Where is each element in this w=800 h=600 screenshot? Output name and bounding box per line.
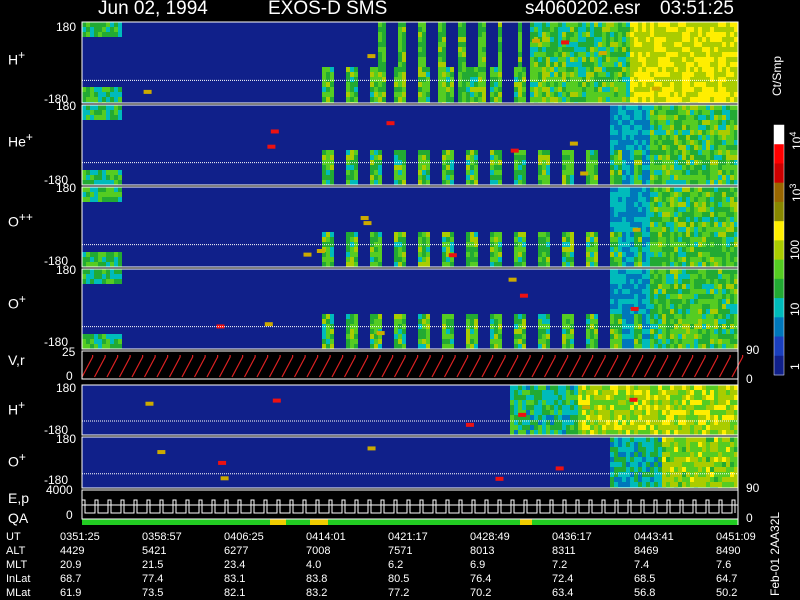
alt-value: 6277: [224, 545, 249, 557]
colorbar-tick-100: 100: [788, 239, 800, 260]
inlat-value: 76.4: [470, 573, 492, 585]
colorbar-tick-10: 10: [788, 302, 800, 316]
alt-value: 8013: [470, 545, 495, 557]
mlt-value: 7.2: [552, 559, 568, 571]
colorbar-segment-12: [774, 355, 784, 376]
ytick-top-6: 180: [56, 432, 77, 446]
mlt-value: 20.9: [60, 559, 82, 571]
ytick-top-7: 4000: [46, 483, 73, 497]
spectrogram-plot: [81, 21, 785, 525]
mlat-value: 82.1: [224, 587, 246, 599]
mlt-value: 21.5: [142, 559, 164, 571]
colorbar-segment-7: [774, 259, 784, 280]
mlt-value: 7.6: [716, 559, 732, 571]
mlt-value: 6.2: [388, 559, 404, 571]
colorbar-unit-label: Ct/Smp: [770, 55, 784, 96]
ytick-top-4: 25: [62, 345, 76, 359]
ut-value: 0428:49: [470, 531, 510, 543]
panel-label-ep: E,p: [8, 490, 30, 506]
colorbar-segment-0: [774, 125, 784, 145]
colorbar-segment-8: [774, 278, 784, 299]
mlat-value: 61.9: [60, 587, 82, 599]
panel-label-oplus: O+: [8, 292, 26, 312]
panel-label-hplus: H+: [8, 48, 26, 68]
ephemeris-row-mlat: MLat 61.9 73.5 82.1 83.2 77.2 70.2 63.4 56.8 50.2: [6, 587, 738, 599]
ut-value: 0436:17: [552, 531, 592, 543]
colorbar-segment-4: [774, 201, 784, 222]
qa-flag-0: [270, 519, 286, 525]
inlat-value: 72.4: [552, 573, 574, 585]
mlat-value: 63.4: [552, 587, 574, 599]
panel-label-oplus-2: O+: [8, 450, 26, 470]
mlat-value: 77.2: [388, 587, 410, 599]
alt-value: 5421: [142, 545, 167, 557]
panel-label-hplus-2: H+: [8, 398, 26, 418]
qa-bar: [82, 519, 738, 525]
colorbar-tick-10e3: 103: [788, 183, 800, 202]
mlat-value: 56.8: [634, 587, 656, 599]
mlat-value: 70.2: [470, 587, 492, 599]
ytick-top-5: 180: [56, 381, 77, 395]
right-tick-ep-0: 0: [746, 511, 753, 525]
mlt-value: 7.4: [634, 559, 650, 571]
mlat-value: 73.5: [142, 587, 164, 599]
alt-value: 7571: [388, 545, 413, 557]
inlat-value: 83.1: [224, 573, 246, 585]
right-tick-oplus-90: 90: [746, 481, 760, 495]
ytick-top-3: 180: [56, 263, 77, 277]
inlat-value: 68.5: [634, 573, 656, 585]
ut-value: 0451:09: [716, 531, 756, 543]
ytick-top-1: 180: [56, 99, 77, 113]
colorbar-segment-5: [774, 221, 784, 241]
qa-flag-1: [310, 519, 328, 525]
right-tick-vr-90: 90: [746, 343, 760, 357]
mlat-value: 50.2: [716, 587, 738, 599]
colorbar-segment-3: [774, 182, 784, 203]
colorbar-segment-9: [774, 298, 784, 318]
panel-label-oplusplus: O++: [8, 210, 33, 230]
inlat-value: 77.4: [142, 573, 164, 585]
ut-value: 0406:25: [224, 531, 264, 543]
ytick-top-2: 180: [56, 181, 77, 195]
colorbar-segment-11: [774, 336, 784, 357]
ephemeris-row-inlat: InLat 68.7 77.4 83.1 83.8 80.5 76.4 72.4 68.5 64.…: [6, 573, 738, 585]
colorbar-tick-1: 1: [788, 363, 800, 370]
right-tick-vr-0: 0: [746, 372, 753, 386]
mlat-value: 83.2: [306, 587, 328, 599]
qa-flag-2: [520, 519, 532, 525]
ephemeris-row-mlt: MLT 20.9 21.5 23.4 4.0 6.2 6.9 7.2 7.4 7.6: [6, 559, 732, 571]
colorbar-segment-10: [774, 317, 784, 338]
colorbar-segment-1: [774, 144, 784, 164]
ut-value: 0351:25: [60, 531, 100, 543]
mlt-value: 6.9: [470, 559, 486, 571]
alt-value: 8490: [716, 545, 741, 557]
inlat-value: 83.8: [306, 573, 328, 585]
ephemeris-row-ut: UT 0351:25 0358:57 0406:25 0414:01 0421:17 042…: [6, 531, 756, 543]
ytick-top-0: 180: [56, 20, 77, 34]
ytick-bottom-7: 0: [66, 508, 73, 522]
ut-value: 0358:57: [142, 531, 182, 543]
alt-value: 8311: [552, 545, 576, 557]
ephemeris-table: UT 0351:25 0358:57 0406:25 0414:01 0421:17 042…: [0, 528, 770, 600]
mlt-value: 4.0: [306, 559, 322, 571]
alt-value: 7008: [306, 545, 331, 557]
inlat-value: 64.7: [716, 573, 738, 585]
ut-value: 0421:17: [388, 531, 428, 543]
colorbar-tick-10e4: 104: [788, 131, 800, 150]
colorbar-segment-2: [774, 163, 784, 184]
inlat-value: 80.5: [388, 573, 410, 585]
panel-label-heplus: He+: [8, 130, 33, 150]
mlt-value: 23.4: [224, 559, 246, 571]
inlat-value: 68.7: [60, 573, 82, 585]
ut-value: 0443:41: [634, 531, 674, 543]
alt-value: 4429: [60, 545, 85, 557]
ephemeris-row-alt: ALT 4429 5421 6277 7008 7571 8013 8311 8469 8490: [6, 545, 741, 557]
side-label: Feb-01 2AA32L: [768, 511, 782, 596]
ut-value: 0414:01: [306, 531, 346, 543]
panel-label-vr: V,r: [8, 352, 25, 368]
qa-label: QA: [8, 510, 29, 526]
alt-value: 8469: [634, 545, 659, 557]
colorbar-segment-6: [774, 240, 784, 261]
